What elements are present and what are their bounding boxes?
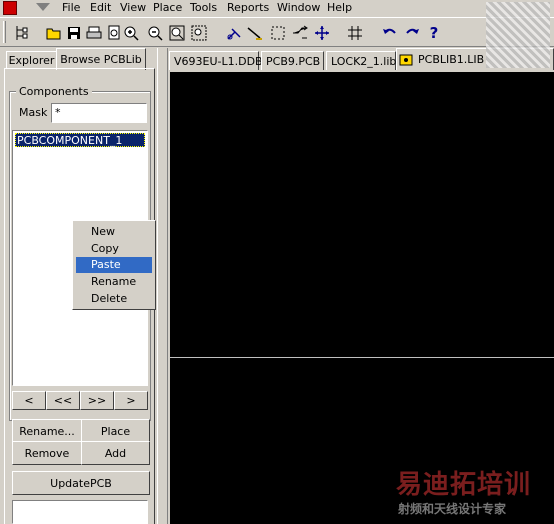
menu-window[interactable]: Window (277, 1, 320, 14)
context-item-paste[interactable]: Paste (76, 257, 152, 273)
library-doc-icon (399, 53, 413, 67)
context-item-copy[interactable]: Copy (76, 241, 152, 257)
tab-explorer[interactable]: Explorer (6, 51, 57, 69)
zoom-in-icon[interactable] (122, 24, 140, 42)
mask-label: Mask (19, 106, 48, 119)
doc-tab-v693eu[interactable]: V693EU-L1.DDB (169, 51, 263, 70)
preview-box (12, 500, 148, 524)
redo-icon[interactable] (403, 24, 421, 42)
window-menu-arrow-icon[interactable] (34, 2, 52, 12)
place-button[interactable]: Place (81, 419, 150, 443)
rename-button[interactable]: Rename... (12, 419, 82, 443)
context-item-rename[interactable]: Rename (76, 274, 152, 290)
add-button[interactable]: Add (81, 441, 150, 465)
nav-next-button[interactable]: >> (80, 391, 114, 410)
route-icon[interactable] (291, 24, 309, 42)
nav-first-button[interactable]: < (12, 391, 46, 410)
open-folder-icon[interactable] (45, 24, 63, 42)
print-icon[interactable] (85, 24, 103, 42)
menu-edit[interactable]: Edit (90, 1, 111, 14)
context-menu: New Copy Paste Rename Delete (72, 220, 156, 310)
undo-icon[interactable] (381, 24, 399, 42)
nav-last-button[interactable]: > (114, 391, 148, 410)
panel-splitter[interactable] (157, 48, 168, 524)
cut-wire-icon[interactable] (226, 24, 244, 42)
remove-button[interactable]: Remove (12, 441, 82, 465)
zoom-out-icon[interactable] (146, 24, 164, 42)
grid-icon[interactable] (346, 24, 364, 42)
line-icon[interactable] (246, 24, 264, 42)
zoom-fit-icon[interactable] (168, 24, 186, 42)
doc-tab-pcblib1-label: PCBLIB1.LIB (418, 53, 485, 66)
toolbar-grip (3, 21, 6, 43)
move-icon[interactable] (313, 24, 331, 42)
doc-tab-pcb9[interactable]: PCB9.PCB (261, 51, 324, 70)
tab-browse-pcblib[interactable]: Browse PCBLib (56, 48, 146, 70)
zoom-area-icon[interactable] (190, 24, 208, 42)
app-icon[interactable] (3, 1, 17, 15)
select-rect-icon[interactable] (269, 24, 287, 42)
update-pcb-button[interactable]: UpdatePCB (12, 471, 150, 495)
menu-bar: File Edit View Place Tools Reports Windo… (0, 0, 554, 16)
qr-code-watermark (486, 2, 550, 68)
list-item-selected[interactable]: PCBCOMPONENT_1 (15, 133, 145, 147)
toolbar: ? (0, 17, 554, 47)
doc-tab-lock2[interactable]: LOCK2_1.lib (326, 51, 396, 70)
menu-help[interactable]: Help (327, 1, 352, 14)
menu-tools[interactable]: Tools (190, 1, 217, 14)
context-item-new[interactable]: New (76, 224, 152, 240)
help-icon[interactable]: ? (425, 24, 443, 42)
mask-input[interactable]: * (51, 103, 147, 123)
menu-reports[interactable]: Reports (227, 1, 269, 14)
menu-view[interactable]: View (120, 1, 146, 14)
print-preview-icon[interactable] (105, 24, 123, 42)
nav-prev-button[interactable]: << (46, 391, 80, 410)
pcb-canvas[interactable] (170, 72, 554, 524)
save-icon[interactable] (65, 24, 83, 42)
logo-watermark: 易迪拓培训 射频和天线设计专家 (396, 470, 532, 516)
tree-icon[interactable] (12, 24, 30, 42)
components-group-label: Components (16, 85, 92, 98)
menu-place[interactable]: Place (153, 1, 182, 14)
menu-file[interactable]: File (62, 1, 80, 14)
canvas-origin-line (170, 357, 554, 358)
context-item-delete[interactable]: Delete (76, 291, 152, 307)
